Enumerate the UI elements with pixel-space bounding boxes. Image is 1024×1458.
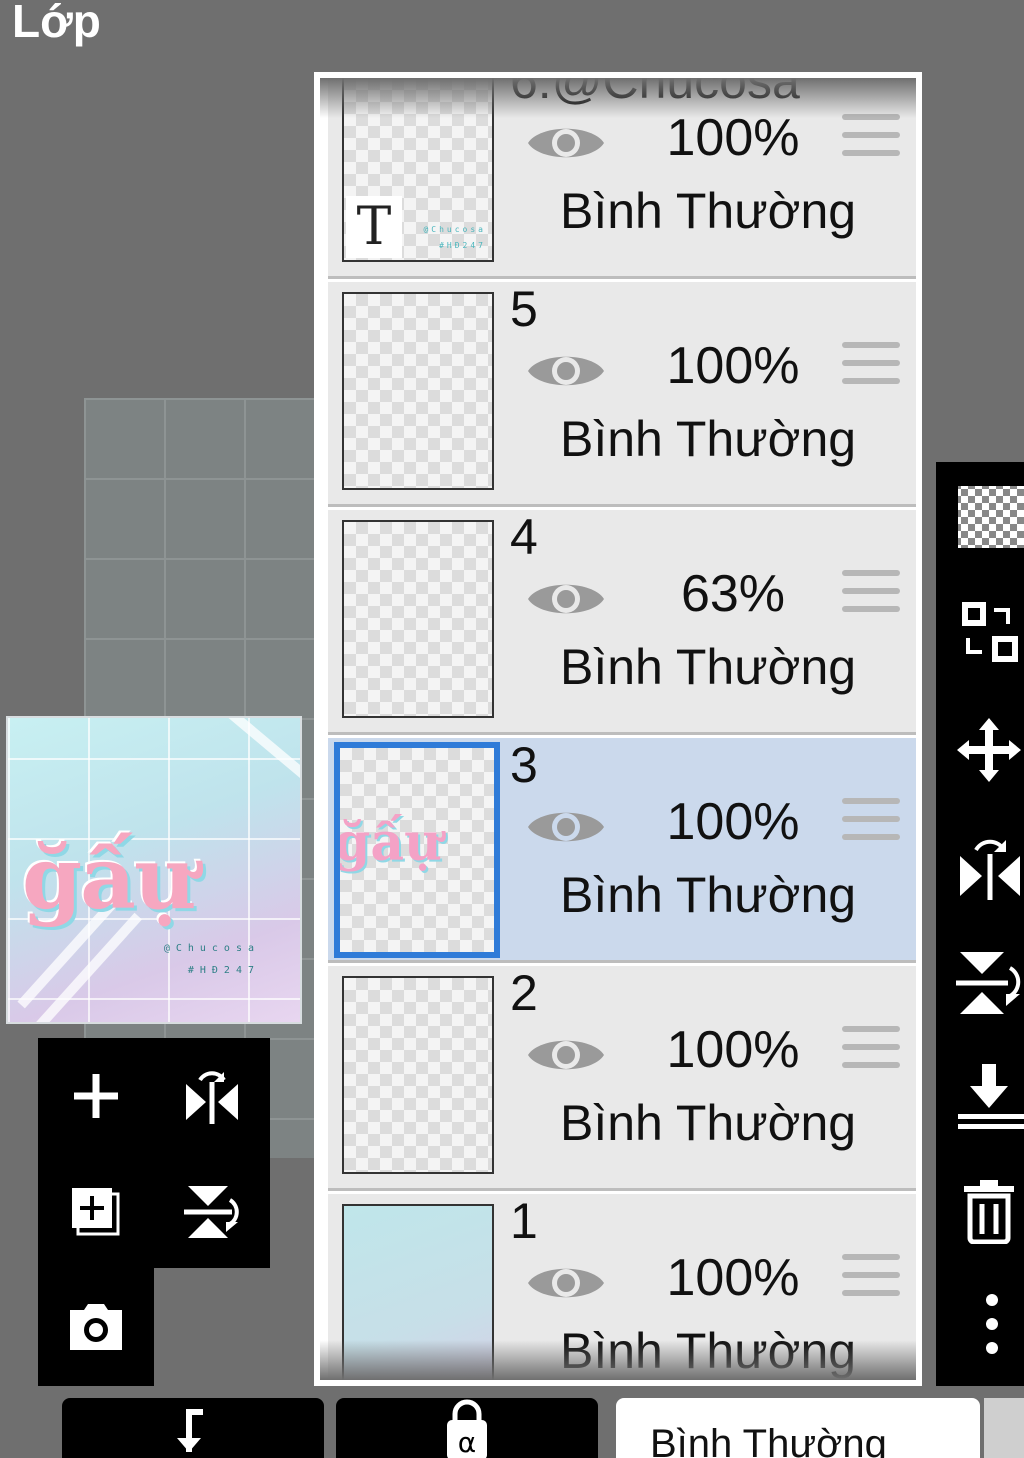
move-button[interactable] <box>954 714 1024 784</box>
layer-blend-mode: Bình Thường <box>560 411 857 467</box>
layer-blend-mode: Bình Thường <box>560 639 857 695</box>
layer-tools-panel <box>38 1038 270 1268</box>
panel-title: Lớp <box>12 0 101 47</box>
visibility-eye-icon[interactable] <box>526 574 606 624</box>
drag-handle-icon[interactable] <box>842 1254 900 1306</box>
thumbnail-artwork: ğấự <box>334 812 442 873</box>
plus-icon <box>74 1074 118 1118</box>
text-layer-icon: T <box>346 196 402 258</box>
lock-icon: α <box>447 1399 487 1458</box>
more-options-button[interactable] <box>954 1288 1024 1358</box>
camera-button[interactable] <box>56 1286 136 1366</box>
layer-row[interactable]: 5 100% Bình Thường <box>328 281 916 507</box>
layer-thumbnail[interactable]: ğấự <box>334 742 500 958</box>
clipping-button[interactable] <box>62 1398 324 1458</box>
merge-down-icon <box>958 1064 1024 1129</box>
thumbnail-text-line2: #HĐ247 <box>439 241 486 250</box>
add-copy-icon <box>72 1188 120 1236</box>
camera-icon <box>70 1304 122 1350</box>
flip-horizontal-icon <box>960 839 1020 900</box>
scroll-fade-bottom <box>320 1340 916 1380</box>
blend-mode-select[interactable]: Bình Thường <box>616 1398 980 1458</box>
swap-icon <box>962 602 1018 662</box>
move-icon <box>957 718 1021 782</box>
layer-opacity[interactable]: 63% <box>628 564 838 624</box>
layer-name: 1 <box>510 1193 538 1249</box>
layer-opacity[interactable]: 100% <box>628 336 838 396</box>
preview-handle: @Chucosa #HĐ247 <box>164 938 260 982</box>
preview-handle-line2: #HĐ247 <box>187 965 260 976</box>
flip-horizontal-button[interactable] <box>172 1056 252 1136</box>
layer-list[interactable]: T@Chucosa#HĐ2476:@Chucosa100%Bình Thường… <box>314 72 922 1386</box>
flip-horizontal-layer-button[interactable] <box>954 832 1024 902</box>
layer-name: 2 <box>510 965 538 1021</box>
canvas-preview[interactable]: ğấự @Chucosa #HĐ247 <box>6 716 302 1024</box>
blend-mode-dropdown-edge[interactable] <box>984 1398 1024 1458</box>
layer-tools-panel-lower <box>38 1268 154 1386</box>
flip-vertical-button[interactable] <box>172 1172 252 1252</box>
layer-blend-mode: Bình Thường <box>560 1095 857 1151</box>
layer-name: 3 <box>510 737 538 793</box>
merge-down-button[interactable] <box>954 1062 1024 1132</box>
visibility-eye-icon[interactable] <box>526 802 606 852</box>
transparency-button[interactable] <box>954 482 1024 552</box>
drag-handle-icon[interactable] <box>842 1026 900 1078</box>
add-layer-button[interactable] <box>56 1056 136 1136</box>
swap-layers-button[interactable] <box>954 596 1024 666</box>
thumbnail-text-line1: @Chucosa <box>423 225 486 234</box>
visibility-eye-icon[interactable] <box>526 118 606 168</box>
drag-handle-icon[interactable] <box>842 570 900 622</box>
alpha-lock-label: α <box>458 1426 476 1458</box>
alpha-lock-button[interactable]: α <box>336 1398 598 1458</box>
layer-opacity[interactable]: 100% <box>628 1248 838 1308</box>
flip-horizontal-icon <box>186 1071 238 1124</box>
visibility-eye-icon[interactable] <box>526 1258 606 1308</box>
drag-handle-icon[interactable] <box>842 798 900 850</box>
drag-handle-icon[interactable] <box>842 114 900 166</box>
layer-thumbnail[interactable] <box>342 520 494 718</box>
layer-opacity[interactable]: 100% <box>628 792 838 852</box>
layer-blend-mode: Bình Thường <box>560 183 857 239</box>
more-icon <box>986 1294 998 1354</box>
layer-row[interactable]: 4 63% Bình Thường <box>328 509 916 735</box>
layer-name: 5 <box>510 281 538 337</box>
right-toolbar <box>936 462 1024 1386</box>
clip-icon <box>177 1409 203 1452</box>
layer-blend-mode: Bình Thường <box>560 867 857 923</box>
trash-icon <box>964 1180 1014 1245</box>
delete-layer-button[interactable] <box>954 1174 1024 1245</box>
scroll-fade-top <box>320 78 916 118</box>
visibility-eye-icon[interactable] <box>526 1030 606 1080</box>
flip-vertical-icon <box>956 952 1021 1014</box>
preview-handle-line1: @Chucosa <box>163 943 260 954</box>
layer-row[interactable]: ğấự 3 100% Bình Thường <box>328 737 916 963</box>
layer-row[interactable]: 2 100% Bình Thường <box>328 965 916 1191</box>
layer-thumbnail[interactable] <box>342 292 494 490</box>
drag-handle-icon[interactable] <box>842 342 900 394</box>
add-layer-copy-button[interactable] <box>56 1172 136 1252</box>
thumbnail-text: @Chucosa #HĐ247 <box>423 222 486 254</box>
layer-name: 4 <box>510 509 538 565</box>
visibility-eye-icon[interactable] <box>526 346 606 396</box>
layer-thumbnail[interactable] <box>342 976 494 1174</box>
preview-artwork-text: ğấự <box>22 828 196 929</box>
flip-vertical-icon <box>184 1186 239 1238</box>
flip-vertical-layer-button[interactable] <box>954 948 1024 1018</box>
layer-opacity[interactable]: 100% <box>628 1020 838 1080</box>
transparency-icon <box>958 486 1024 548</box>
